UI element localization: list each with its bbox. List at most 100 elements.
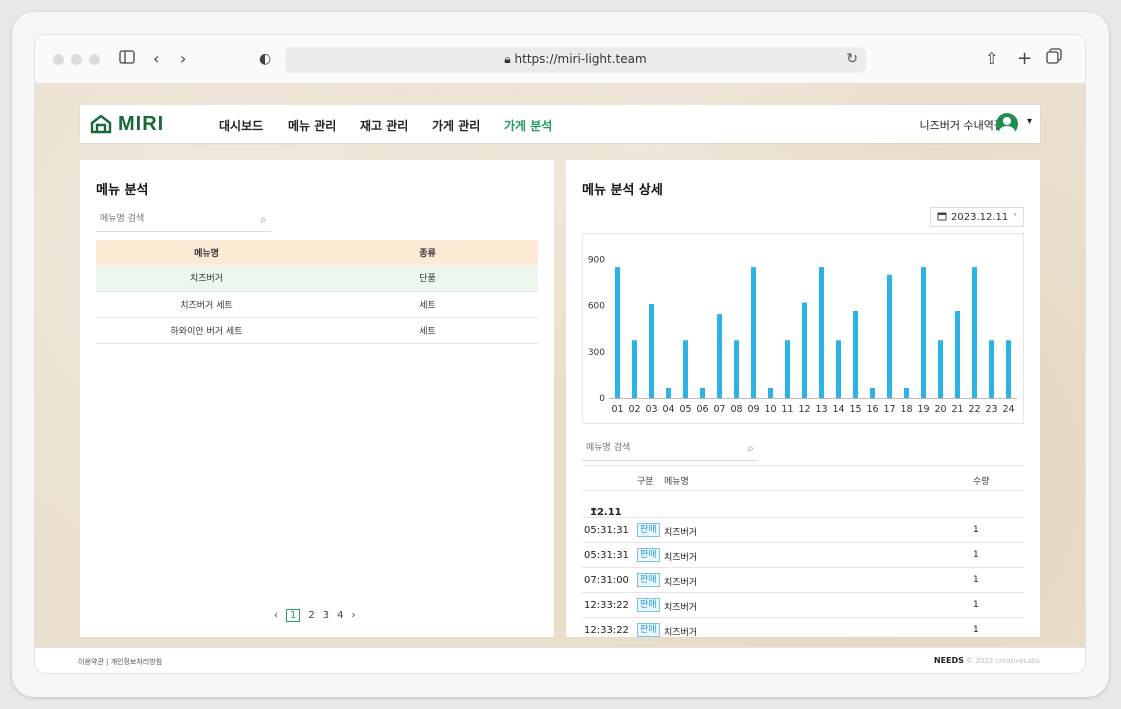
- date-picker[interactable]: 2023.12.11 ˅: [930, 207, 1024, 227]
- bar[interactable]: [887, 274, 892, 398]
- list-item[interactable]: 07:31:00 판매 치즈버거 1: [582, 567, 1024, 592]
- tabs-overview-icon[interactable]: [1046, 48, 1062, 70]
- list-item[interactable]: 12:33:22 판매 치즈버거 1: [582, 617, 1024, 637]
- user-avatar-icon[interactable]: [996, 113, 1018, 135]
- store-name: 니즈버거 수내역점: [919, 119, 1004, 132]
- x-tick-label: 15: [849, 404, 861, 415]
- x-tick-label: 07: [713, 404, 725, 415]
- window-close-button[interactable]: [53, 54, 64, 65]
- table-row[interactable]: 치즈버거 단품: [96, 265, 538, 292]
- nav-store-analytics[interactable]: 가게 분석: [504, 117, 552, 134]
- page-1[interactable]: 1: [286, 609, 301, 622]
- bar[interactable]: [1006, 340, 1011, 398]
- record-menu: 치즈버거: [664, 528, 698, 538]
- list-item[interactable]: 05:31:31 판매 치즈버거 1: [582, 542, 1024, 567]
- bar[interactable]: [972, 267, 977, 398]
- record-qty: 1: [973, 575, 979, 585]
- bar[interactable]: [768, 387, 773, 398]
- logo-text: MIRI: [118, 112, 165, 135]
- shield-icon[interactable]: ◐: [259, 48, 271, 70]
- bar[interactable]: [700, 387, 705, 398]
- nav-menu-management[interactable]: 메뉴 관리: [288, 117, 336, 134]
- x-tick-label: 14: [832, 404, 844, 415]
- bar[interactable]: [666, 387, 671, 398]
- back-icon[interactable]: ‹: [153, 48, 159, 70]
- x-tick-label: 11: [781, 404, 793, 415]
- bar[interactable]: [870, 387, 875, 398]
- list-item[interactable]: 05:31:31 판매 치즈버거 1: [582, 517, 1024, 542]
- x-tick-label: 20: [934, 404, 946, 415]
- detail-search: ⌕: [582, 437, 758, 461]
- page-3[interactable]: 3: [323, 610, 329, 621]
- logo[interactable]: MIRI: [90, 113, 164, 135]
- chevron-down-icon[interactable]: ▾: [1027, 116, 1032, 127]
- x-tick-label: 19: [917, 404, 929, 415]
- list-item[interactable]: 12:33:22 판매 치즈버거 1: [582, 592, 1024, 617]
- nav-dashboard[interactable]: 대시보드: [219, 117, 263, 134]
- date-group-toggle[interactable]: ^ 12.11: [582, 491, 1024, 518]
- menu-search-input[interactable]: [96, 208, 271, 230]
- bar[interactable]: [632, 340, 637, 398]
- page-2[interactable]: 2: [308, 610, 314, 621]
- bar[interactable]: [938, 340, 943, 398]
- x-tick-label: 01: [611, 404, 623, 415]
- search-icon[interactable]: ⌕: [260, 212, 267, 227]
- share-icon[interactable]: ⇧: [985, 48, 998, 70]
- bar[interactable]: [819, 267, 824, 398]
- x-tick-label: 05: [679, 404, 691, 415]
- bar[interactable]: [717, 314, 722, 398]
- prev-page-icon[interactable]: ‹: [274, 610, 278, 621]
- new-tab-icon[interactable]: +: [1017, 48, 1032, 70]
- page-4[interactable]: 4: [337, 610, 343, 621]
- sale-badge: 판매: [637, 598, 660, 612]
- x-tick-label: 24: [1002, 404, 1014, 415]
- url-text: https://miri-light.team: [514, 52, 647, 66]
- sale-badge: 판매: [637, 623, 660, 637]
- x-tick-label: 02: [628, 404, 640, 415]
- bar[interactable]: [751, 267, 756, 398]
- browser-window: ‹ › ◐ 🔒︎ https://miri-light.team ↻ ⇧ + M…: [35, 35, 1085, 673]
- column-header-name[interactable]: 메뉴명: [96, 240, 317, 265]
- search-icon[interactable]: ⌕: [747, 441, 754, 456]
- nav-inventory-management[interactable]: 재고 관리: [360, 117, 408, 134]
- bar[interactable]: [904, 387, 909, 398]
- bar[interactable]: [649, 304, 654, 398]
- record-time: 05:31:31: [584, 550, 629, 561]
- x-tick-label: 18: [900, 404, 912, 415]
- detail-search-input[interactable]: [582, 437, 758, 459]
- table-row[interactable]: 하와이안 버거 세트 세트: [96, 317, 538, 344]
- address-bar[interactable]: 🔒︎ https://miri-light.team ↻: [285, 47, 866, 73]
- x-tick-label: 22: [968, 404, 980, 415]
- window-minimize-button[interactable]: [71, 54, 82, 65]
- bar[interactable]: [802, 302, 807, 398]
- record-time: 07:31:00: [584, 575, 629, 586]
- reload-icon[interactable]: ↻: [846, 51, 858, 67]
- bar[interactable]: [734, 340, 739, 398]
- panel-title: 메뉴 분석: [96, 183, 149, 198]
- record-menu: 치즈버거: [664, 578, 698, 588]
- sidebar-icon[interactable]: [119, 48, 135, 70]
- bar[interactable]: [989, 340, 994, 398]
- forward-icon[interactable]: ›: [180, 48, 186, 70]
- bar[interactable]: [921, 267, 926, 398]
- y-tick-label: 0: [599, 394, 605, 404]
- bar[interactable]: [615, 267, 620, 398]
- bar[interactable]: [853, 310, 858, 398]
- bar[interactable]: [836, 340, 841, 398]
- browser-toolbar: ‹ › ◐ 🔒︎ https://miri-light.team ↻ ⇧ +: [35, 35, 1085, 83]
- next-page-icon[interactable]: ›: [352, 610, 356, 621]
- window-zoom-button[interactable]: [89, 54, 100, 65]
- nav-store-management[interactable]: 가게 관리: [432, 117, 480, 134]
- bar[interactable]: [683, 340, 688, 398]
- record-qty: 1: [973, 525, 979, 535]
- bar[interactable]: [955, 310, 960, 398]
- table-row[interactable]: 치즈버거 세트 세트: [96, 291, 538, 318]
- bar[interactable]: [785, 340, 790, 398]
- menu-search: ⌕: [96, 208, 271, 232]
- record-time: 05:31:31: [584, 525, 629, 536]
- brand-name: NEEDS: [933, 656, 964, 665]
- footer-links[interactable]: 이용약관 | 개인정보처리방침: [78, 657, 162, 667]
- x-tick-label: 17: [883, 404, 895, 415]
- column-header-type[interactable]: 종류: [317, 240, 538, 265]
- x-tick-label: 12: [798, 404, 810, 415]
